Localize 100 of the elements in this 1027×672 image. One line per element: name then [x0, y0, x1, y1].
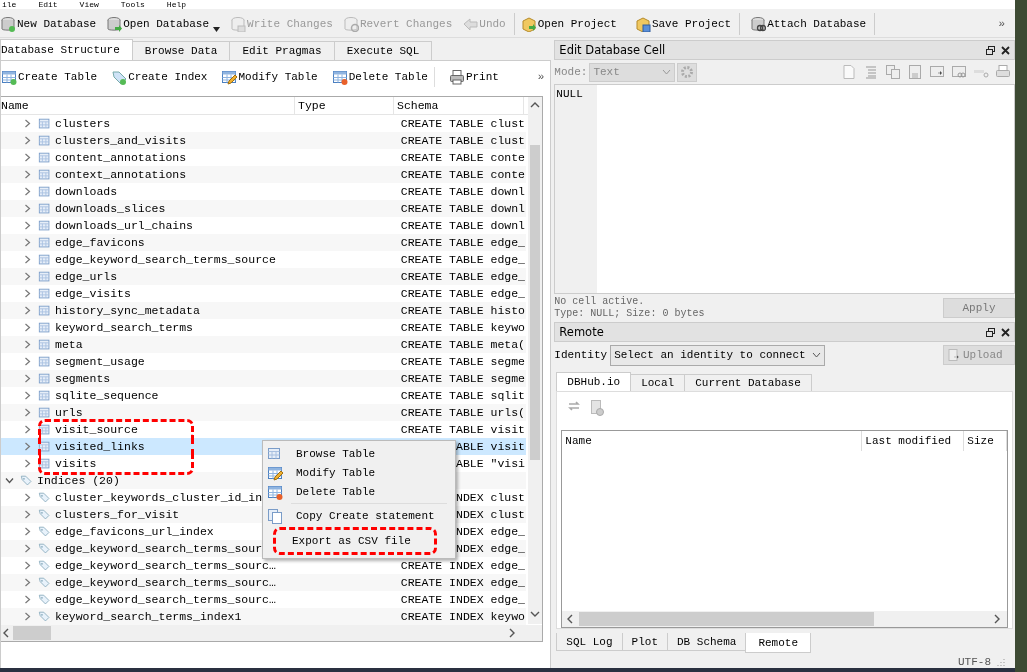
tree-item[interactable]: edge_keyword_search_terms_sourc… — [55, 559, 276, 572]
toolbar-button[interactable]: Print — [448, 69, 499, 85]
tree-item[interactable]: history_sync_metadata — [55, 304, 200, 317]
tree-item[interactable]: urls — [55, 406, 83, 419]
menu-item[interactable]: View — [79, 0, 99, 9]
schema-cell: CREATE TABLE urls( — [400, 406, 526, 419]
tab[interactable]: Remote — [745, 633, 811, 653]
toolbar-button[interactable]: Modify Table — [221, 69, 318, 85]
tree-item[interactable]: keyword_search_terms — [55, 321, 194, 334]
menu-item[interactable]: Delete Table — [263, 482, 455, 501]
toolbar-button[interactable]: Open Project — [520, 16, 617, 32]
tab[interactable]: SQL Log — [556, 633, 623, 651]
table-icon — [38, 456, 52, 471]
tree-item[interactable]: downloads_url_chains — [55, 219, 194, 232]
window-icon — [929, 64, 945, 80]
overflow-button[interactable]: » — [998, 18, 1005, 30]
file-icon — [885, 64, 901, 80]
menu-item[interactable]: Tools — [120, 0, 145, 9]
column-header[interactable]: Name — [1, 97, 295, 114]
tab[interactable]: Database Structure — [0, 39, 133, 60]
tree-item[interactable]: edge_keyword_search_terms_sourc… — [55, 576, 276, 589]
tree-item[interactable]: visits — [55, 457, 97, 470]
table-icon — [38, 252, 52, 267]
menu-item[interactable]: Edit — [38, 0, 58, 9]
tab[interactable]: Execute SQL — [333, 41, 433, 60]
database-icon — [230, 16, 247, 32]
tree-item[interactable]: cluster_keywords_cluster_id_in — [55, 491, 263, 504]
toolbar-button[interactable]: Open Database — [106, 16, 221, 32]
column-header[interactable]: Name — [562, 431, 863, 451]
menu-item[interactable]: Modify Table — [263, 463, 455, 482]
tree-item[interactable]: edge_keyword_search_terms_sourc… — [55, 593, 276, 606]
toolbar-button[interactable]: Create Table — [1, 69, 98, 85]
tree-item[interactable]: edge_favicons_url_index — [55, 525, 214, 538]
table-icon — [38, 201, 52, 216]
tree-item[interactable]: edge_visits — [55, 287, 131, 300]
scrollbar[interactable] — [1, 625, 542, 641]
menu-item[interactable]: Help — [166, 0, 187, 9]
menu-item[interactable]: Copy Create statement — [263, 506, 455, 525]
cell-value: NULL — [555, 85, 598, 293]
copy-icon — [267, 507, 283, 524]
column-header[interactable]: Type — [295, 97, 394, 114]
schema-cell: CREATE TABLE edge_ — [400, 287, 526, 300]
tree-item[interactable]: edge_keyword_search_terms_sour — [55, 542, 263, 555]
table-icon — [38, 337, 52, 352]
gear-icon — [680, 65, 695, 79]
tree-item[interactable]: keyword_search_terms_index1 — [55, 610, 242, 623]
cell-editor[interactable]: NULL — [554, 84, 1015, 294]
tree-item[interactable]: segments — [55, 372, 111, 385]
tree-item[interactable]: downloads_slices — [55, 202, 166, 215]
tree-item[interactable]: Indices (20) — [37, 474, 120, 487]
tree-item[interactable]: content_annotations — [55, 151, 187, 164]
column-header[interactable]: Last modified — [862, 431, 965, 451]
tree-item[interactable]: edge_urls — [55, 270, 118, 283]
printer-icon — [995, 64, 1011, 80]
tab[interactable]: Current Database — [684, 374, 812, 391]
tree-item[interactable]: clusters — [55, 117, 111, 130]
table-icon — [38, 354, 52, 369]
tree-item[interactable]: visited_links — [55, 440, 145, 453]
tree-item[interactable]: context_annotations — [55, 168, 187, 181]
tree-item[interactable]: visit_source — [55, 423, 138, 436]
tree-item[interactable]: edge_keyword_search_terms_source — [55, 253, 276, 266]
chevron-down-icon — [811, 352, 821, 358]
tag-icon — [38, 507, 52, 522]
gear-button[interactable] — [677, 62, 698, 82]
table-icon — [267, 483, 283, 500]
scrollbar[interactable] — [528, 97, 542, 624]
menu-item[interactable]: Browse Table — [263, 444, 455, 463]
schema-cell: NDEX edge_ — [456, 525, 526, 538]
schema-cell: CREATE TABLE clust — [400, 134, 526, 147]
database-icon — [106, 16, 123, 32]
tab[interactable]: DBHub.io — [556, 372, 632, 391]
tree-item[interactable]: segment_usage — [55, 355, 145, 368]
menu-item[interactable]: Export as CSV file — [273, 527, 437, 555]
overflow-button[interactable]: » — [537, 71, 545, 83]
dock-title: Remote — [559, 325, 605, 339]
schema-cell: CREATE TABLE edge_ — [400, 253, 526, 266]
identity-dropdown[interactable]: Select an identity to connect — [610, 344, 825, 366]
tree-item[interactable]: edge_favicons — [55, 236, 145, 249]
tree-item[interactable]: sqlite_sequence — [55, 389, 159, 402]
toolbar-button[interactable]: Save Project — [634, 16, 732, 32]
tree-item[interactable]: clusters_for_visit — [55, 508, 180, 521]
toolbar-button[interactable]: Delete Table — [331, 69, 428, 85]
tree-item[interactable]: downloads — [55, 185, 118, 198]
toolbar-button[interactable]: Create Index — [111, 69, 208, 85]
scrollbar-thumb[interactable] — [530, 145, 540, 460]
scrollbar[interactable] — [562, 611, 1007, 627]
schema-cell: NDEX clust — [456, 491, 526, 504]
toolbar-button[interactable]: Attach Database — [750, 16, 867, 32]
table-icon — [38, 388, 52, 403]
table-icon — [38, 269, 52, 284]
database-icon — [750, 16, 767, 32]
tree-item[interactable]: meta — [55, 338, 83, 351]
menu-item[interactable]: ile — [2, 0, 17, 9]
column-header[interactable]: Size — [964, 431, 1007, 451]
scrollbar-thumb[interactable] — [579, 612, 875, 626]
scrollbar-thumb[interactable] — [13, 626, 51, 640]
column-header[interactable]: Schema — [394, 97, 524, 114]
toolbar-button[interactable]: New Database — [0, 16, 97, 32]
tree-item[interactable]: clusters_and_visits — [55, 134, 187, 147]
link-icon — [951, 64, 967, 80]
